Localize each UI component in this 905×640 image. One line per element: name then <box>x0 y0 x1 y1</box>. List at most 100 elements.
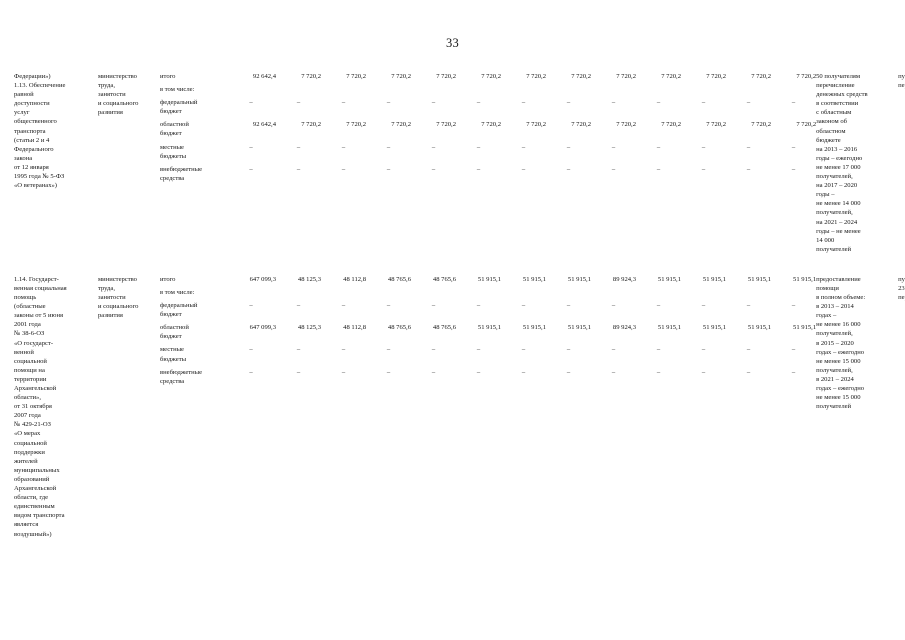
funding-source-row: областной бюджет 92 642,4 7 720,2 7 720,2 7 7… <box>160 120 816 138</box>
funding-value: – <box>701 302 706 310</box>
expected-result-line: на 2021 – 2024 <box>816 218 858 226</box>
funding-value: 48 112,8 <box>343 275 366 283</box>
row-spacer <box>160 183 816 187</box>
funding-sources-cell: итого 92 642,4 7 720,2 7 720,2 7 720,2 7 720,… <box>160 72 816 254</box>
measure-name-line: единственным <box>14 503 55 511</box>
expected-result-line: перечисление <box>816 82 855 90</box>
funding-value <box>501 288 546 297</box>
funding-source-label-line: федеральный <box>160 302 198 310</box>
funding-source-label-line: бюджет <box>160 130 182 138</box>
measure-name-line: социальной <box>14 357 47 365</box>
funding-value: – <box>656 302 661 310</box>
expected-result-line: годы – ежегодно <box>816 154 863 162</box>
funding-value: – <box>611 165 616 173</box>
expected-result-line: получателей, <box>816 330 853 338</box>
funding-value: – <box>476 346 481 354</box>
funding-value <box>321 288 366 297</box>
measure-name-line: Федерации») <box>14 73 51 80</box>
funding-source-row: федеральный бюджет – – – – – – – – – – – – – <box>160 301 816 319</box>
expected-result-line: получателей, <box>816 173 853 181</box>
funding-value: – <box>611 368 616 376</box>
funding-value: – <box>296 302 301 310</box>
funding-source-label-line: бюджеты <box>160 152 187 160</box>
measure-name-line: Федерального <box>14 145 54 153</box>
funding-value: – <box>656 368 661 376</box>
funding-value <box>771 288 816 297</box>
funding-value: – <box>791 346 796 354</box>
measure-name-line: «О ветеранах») <box>14 182 57 190</box>
measure-name-line: 1.14. Государст- <box>14 275 59 283</box>
funding-source-label: внебюджетные средства <box>160 165 226 183</box>
expected-result-line: 14 000 <box>816 236 835 244</box>
funding-value: 7 720,2 <box>571 121 591 129</box>
expected-result-line: с областным <box>816 109 852 117</box>
reference-line: перечня <box>898 294 905 302</box>
funding-value <box>501 85 546 94</box>
funding-value: 51 915,1 <box>567 324 591 332</box>
funding-value: – <box>431 346 436 354</box>
funding-sources-table: итого 92 642,4 7 720,2 7 720,2 7 720,2 7 720,… <box>160 72 816 187</box>
reference-cell: пункт 23 перечня <box>898 72 905 254</box>
expected-result-line: 50 получателям <box>816 73 861 80</box>
reference-line: 23.1 <box>898 284 905 292</box>
expected-result-line: предоставление <box>816 275 861 283</box>
funding-value: 7 720,2 <box>436 73 456 80</box>
measure-name-line: венная социальная <box>14 284 67 292</box>
expected-result-line: на 2017 – 2020 <box>816 182 858 190</box>
funding-value: 7 720,2 <box>481 73 501 80</box>
funding-value: – <box>521 368 526 376</box>
funding-source-label: итого <box>160 275 226 284</box>
measure-name-cell: Федерации») 1.13. Обеспечение равной доступ… <box>14 72 98 254</box>
funding-value: 7 720,2 <box>751 73 771 80</box>
expected-result-line: в 2021 – 2024 <box>816 375 854 383</box>
funding-source-row: итого 647 099,3 48 125,3 48 112,8 48 765,6 48… <box>160 275 816 284</box>
budget-table-container: Федерации») 1.13. Обеспечение равной доступ… <box>14 72 905 539</box>
funding-source-label: в том числе: <box>160 85 226 94</box>
block-gap-cell <box>14 254 905 275</box>
funding-value: 51 915,1 <box>702 324 726 332</box>
funding-value: 7 720,2 <box>706 73 726 80</box>
funding-source-label-line: бюджет <box>160 108 182 116</box>
funding-value: – <box>431 302 436 310</box>
measure-name-line: № 429-21-ОЗ <box>14 421 51 429</box>
measure-name-line: Архангельской <box>14 385 57 392</box>
funding-value: 7 720,2 <box>751 121 771 129</box>
expected-result-line: годах – <box>816 312 837 320</box>
funding-source-row: местные бюджеты – – – – – – – – – – – – – <box>160 143 816 161</box>
expected-result-line: получателей, <box>816 366 853 374</box>
funding-value <box>591 85 636 94</box>
executor-line: развития <box>98 109 123 117</box>
funding-value <box>411 288 456 297</box>
funding-source-row: внебюджетные средства – – – – – – – – – – – – – <box>160 165 816 183</box>
funding-value: – <box>249 368 253 376</box>
measure-name-line: области, где <box>14 494 48 502</box>
funding-source-label-line: в том числе: <box>160 288 195 296</box>
measure-name-line: от 31 октября <box>14 403 52 411</box>
funding-value: 92 642,4 <box>252 121 276 129</box>
funding-value: – <box>296 165 301 173</box>
funding-value: – <box>431 99 436 107</box>
funding-value: 48 765,6 <box>432 324 456 332</box>
funding-value: – <box>611 143 616 151</box>
funding-value <box>591 288 636 297</box>
funding-value: 7 720,2 <box>661 73 681 80</box>
expected-result-line: в 2015 – 2020 <box>816 339 854 347</box>
funding-value <box>456 85 501 94</box>
funding-value: 48 125,3 <box>297 324 321 332</box>
measure-name-line: жителей <box>14 457 38 465</box>
funding-value <box>681 85 726 94</box>
funding-source-label-line: бюджет <box>160 333 182 341</box>
funding-value <box>366 85 411 94</box>
measure-name-line: № 38-6-ОЗ <box>14 330 45 338</box>
funding-value: – <box>296 143 301 151</box>
executor-line: и социального <box>98 303 139 311</box>
funding-source-label: областной бюджет <box>160 323 226 341</box>
funding-value: – <box>791 143 796 151</box>
funding-value: 7 720,2 <box>481 121 501 129</box>
funding-value: – <box>431 368 436 376</box>
expected-result-line: не менее 16 000 <box>816 321 861 329</box>
funding-value: – <box>566 302 571 310</box>
funding-source-row: федеральный бюджет – – – – – – – – – – – – – <box>160 98 816 116</box>
funding-source-label-line: средства <box>160 377 185 385</box>
table-row: Федерации») 1.13. Обеспечение равной доступ… <box>14 72 905 254</box>
